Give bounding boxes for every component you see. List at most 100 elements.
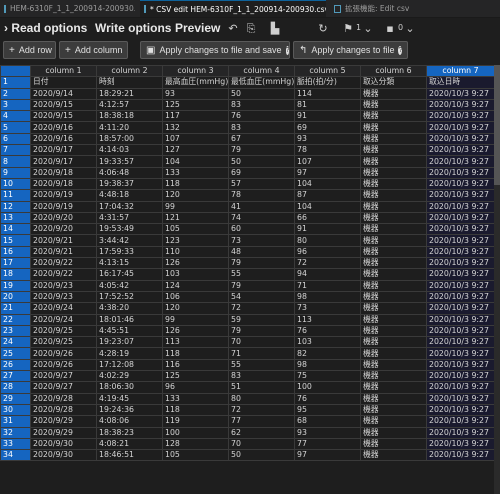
cell[interactable]: 2020/9/27 <box>30 370 97 383</box>
cell[interactable]: 2020/9/22 <box>30 268 97 281</box>
cell[interactable]: 2020/10/3 9:27 <box>426 426 494 439</box>
cell[interactable]: 時刻 <box>96 76 163 89</box>
cell[interactable]: 2020/9/30 <box>30 449 97 462</box>
cell[interactable]: 2020/10/3 9:27 <box>426 257 494 270</box>
cell[interactable]: 2020/10/3 9:27 <box>426 370 494 383</box>
cell[interactable]: 機器 <box>360 121 427 134</box>
cell[interactable]: 67 <box>228 132 295 146</box>
cell[interactable]: 4:06:48 <box>96 166 163 179</box>
cell[interactable]: 76 <box>294 324 361 338</box>
cell[interactable]: 4:14:03 <box>96 144 163 157</box>
cell[interactable]: 57 <box>228 177 295 191</box>
cell[interactable]: 118 <box>162 403 229 417</box>
cell[interactable]: 60 <box>228 223 295 236</box>
row-number[interactable]: 31 <box>0 415 31 428</box>
cell[interactable]: 98 <box>294 290 361 304</box>
cell[interactable]: 119 <box>162 415 229 428</box>
cell[interactable]: 19:53:49 <box>96 223 163 236</box>
row-number[interactable]: 18 <box>0 268 31 281</box>
cell[interactable]: 19:23:07 <box>96 336 163 349</box>
cell[interactable]: 2020/9/15 <box>30 98 97 112</box>
cell[interactable]: 4:08:21 <box>96 437 163 451</box>
cell[interactable]: 50 <box>228 155 295 168</box>
cell[interactable]: 機器 <box>360 347 427 360</box>
cell[interactable]: 93 <box>162 87 229 100</box>
cell[interactable]: 取込日時 <box>426 76 494 89</box>
column-header[interactable]: column 3 <box>162 65 229 78</box>
cell[interactable]: 機器 <box>360 324 427 338</box>
cell[interactable]: 72 <box>228 302 295 315</box>
cell[interactable]: 106 <box>162 290 229 304</box>
cell[interactable]: 133 <box>162 392 229 405</box>
cell[interactable]: 最高血圧(mmHg) <box>162 76 229 89</box>
cell[interactable]: 18:29:21 <box>96 87 163 100</box>
cell[interactable]: 17:59:33 <box>96 245 163 259</box>
row-number[interactable]: 3 <box>0 98 31 112</box>
row-number[interactable]: 24 <box>0 336 31 349</box>
cell[interactable]: 機器 <box>360 415 427 428</box>
cell[interactable]: 17:52:52 <box>96 290 163 304</box>
cell[interactable]: 83 <box>228 98 295 112</box>
column-header[interactable]: column 7 <box>426 65 494 78</box>
cell[interactable]: 80 <box>294 234 361 247</box>
cell[interactable]: 2020/9/25 <box>30 336 97 349</box>
cell[interactable]: 51 <box>228 381 295 394</box>
cell[interactable]: 2020/10/3 9:27 <box>426 234 494 247</box>
cell[interactable]: 107 <box>162 132 229 146</box>
cell[interactable]: 機器 <box>360 166 427 179</box>
cell[interactable]: 機器 <box>360 257 427 270</box>
cell[interactable]: 機器 <box>360 268 427 281</box>
cell[interactable]: 93 <box>294 426 361 439</box>
cell[interactable]: 機器 <box>360 98 427 112</box>
cell[interactable]: 55 <box>228 358 295 372</box>
cell[interactable]: 機器 <box>360 223 427 236</box>
cell[interactable]: 71 <box>228 347 295 360</box>
cell[interactable]: 132 <box>162 121 229 134</box>
cell[interactable]: 118 <box>162 347 229 360</box>
row-number[interactable]: 11 <box>0 189 31 202</box>
cell[interactable]: 4:48:18 <box>96 189 163 202</box>
cell[interactable]: 98 <box>294 358 361 372</box>
row-number[interactable]: 21 <box>0 302 31 315</box>
csv-grid[interactable]: column 1 column 2 column 3 column 4 column 5… <box>0 65 494 494</box>
cell[interactable]: 120 <box>162 189 229 202</box>
row-number[interactable]: 7 <box>0 144 31 157</box>
cell[interactable]: 2020/10/3 9:27 <box>426 381 494 394</box>
row-number[interactable]: 30 <box>0 403 31 417</box>
cell[interactable]: 123 <box>162 234 229 247</box>
column-header[interactable]: column 1 <box>30 65 97 78</box>
cell[interactable]: 74 <box>228 211 295 225</box>
cell[interactable]: 2020/10/3 9:27 <box>426 302 494 315</box>
cell[interactable]: 脈拍(拍/分) <box>294 76 361 89</box>
cell[interactable]: 2020/10/3 9:27 <box>426 268 494 281</box>
cell[interactable]: 18:01:46 <box>96 313 163 326</box>
cell[interactable]: 4:08:06 <box>96 415 163 428</box>
cell[interactable]: 73 <box>228 234 295 247</box>
row-number[interactable]: 26 <box>0 358 31 372</box>
cell[interactable]: 125 <box>162 98 229 112</box>
cell[interactable]: 機器 <box>360 245 427 259</box>
cell[interactable]: 125 <box>162 370 229 383</box>
cell[interactable]: 機器 <box>360 177 427 191</box>
apply-changes-button[interactable]: ↰ Apply changes to file ? <box>293 41 408 59</box>
row-number[interactable]: 27 <box>0 370 31 383</box>
cell[interactable]: 104 <box>294 177 361 191</box>
cell[interactable]: 19:38:37 <box>96 177 163 191</box>
cell[interactable]: 2020/10/3 9:27 <box>426 449 494 462</box>
cell[interactable]: 2020/9/17 <box>30 155 97 168</box>
cell[interactable]: 2020/9/25 <box>30 324 97 338</box>
cell[interactable]: 機器 <box>360 302 427 315</box>
cell[interactable]: 機器 <box>360 132 427 146</box>
cell[interactable]: 73 <box>294 302 361 315</box>
row-number[interactable]: 25 <box>0 347 31 360</box>
cell[interactable]: 2020/10/3 9:27 <box>426 189 494 202</box>
cell[interactable]: 機器 <box>360 279 427 292</box>
cell[interactable]: 機器 <box>360 449 427 462</box>
cell[interactable]: 4:45:51 <box>96 324 163 338</box>
cell[interactable]: 19:24:36 <box>96 403 163 417</box>
cell[interactable]: 78 <box>294 144 361 157</box>
cell[interactable]: 4:11:20 <box>96 121 163 134</box>
reload-icon[interactable]: ↻ <box>316 22 330 36</box>
cell[interactable]: 2020/9/21 <box>30 245 97 259</box>
cell[interactable]: 69 <box>294 121 361 134</box>
